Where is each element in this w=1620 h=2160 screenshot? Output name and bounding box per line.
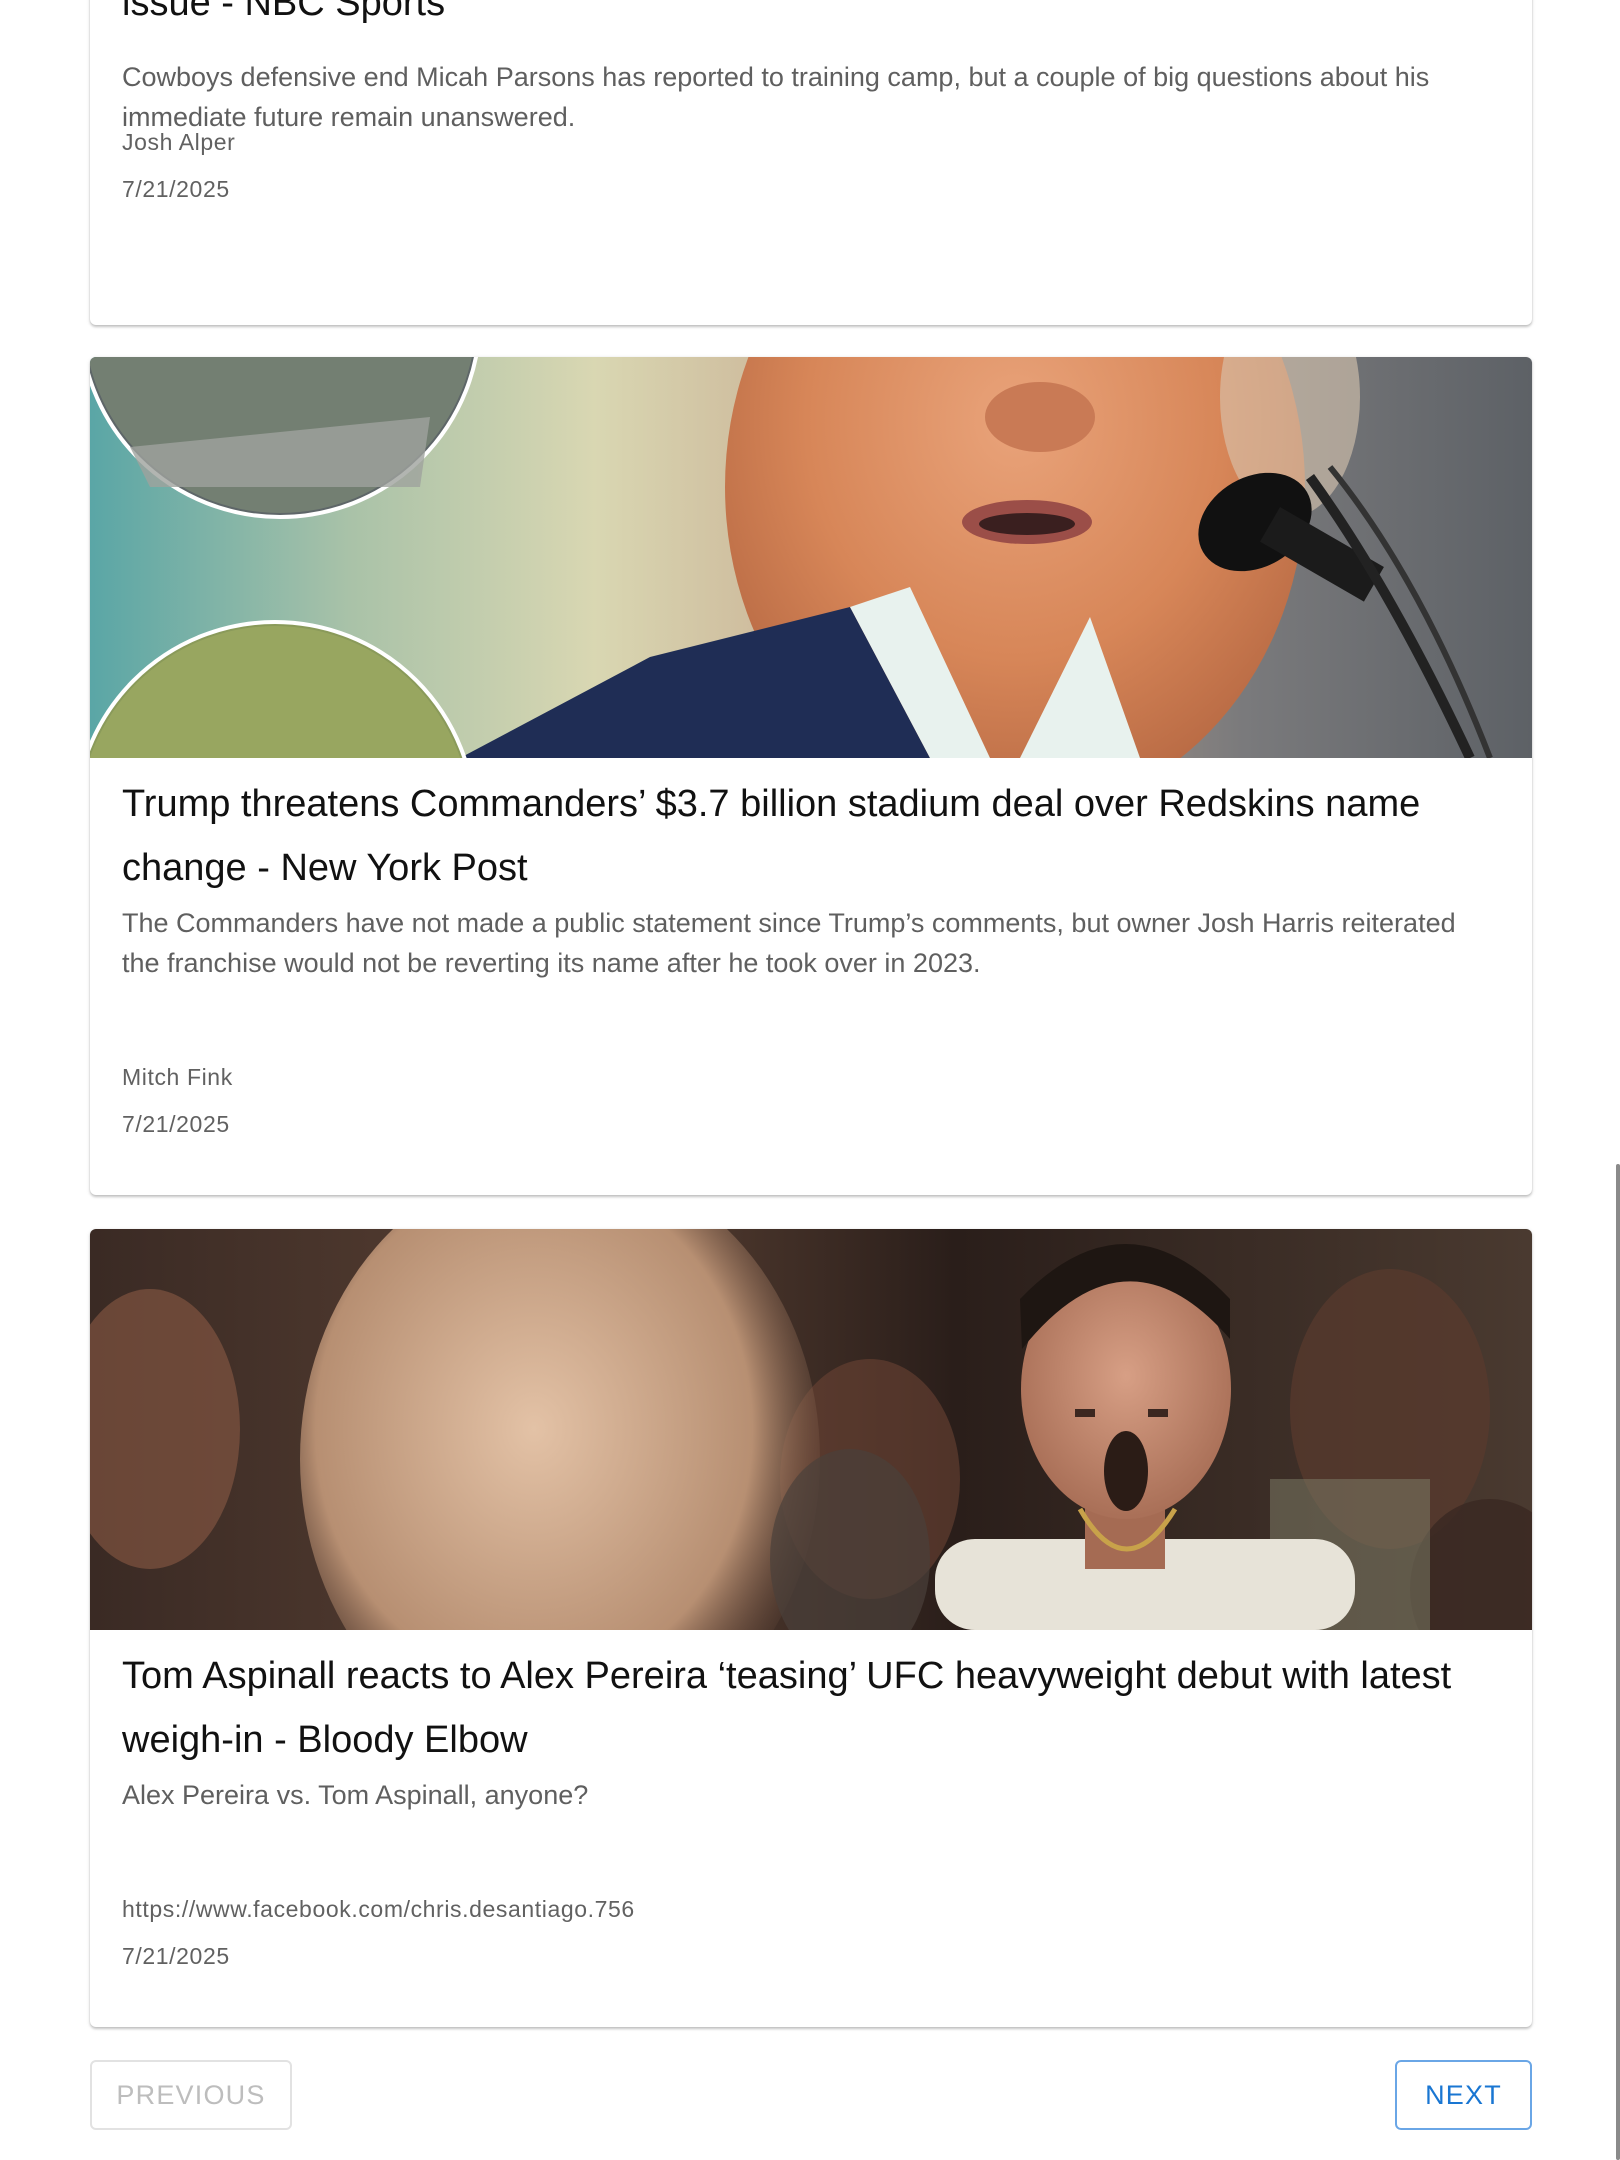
article-date: 7/21/2025 [122,1111,230,1137]
article-card-body: issue - NBC Sports Cowboys defensive end… [90,0,1532,325]
article-card-body: Trump threatens Commanders’ $3.7 billion… [90,758,1532,1195]
article-title[interactable]: Trump threatens Commanders’ $3.7 billion… [122,772,1500,900]
article-card-body: Tom Aspinall reacts to Alex Pereira ‘tea… [90,1630,1532,2027]
news-feed-page: issue - NBC Sports Cowboys defensive end… [0,0,1620,2160]
article-date: 7/21/2025 [122,1943,230,1969]
article-image[interactable] [90,357,1532,758]
article-date: 7/21/2025 [122,176,230,202]
article-photo [90,357,1532,758]
article-description: Cowboys defensive end Micah Parsons has … [122,62,1430,132]
article-title[interactable]: issue - NBC Sports [122,0,445,30]
article-description: Alex Pereira vs. Tom Aspinall, anyone? [122,1780,589,1810]
article-author: https://www.facebook.com/chris.desantiag… [122,1896,635,1922]
article-card[interactable]: Trump threatens Commanders’ $3.7 billion… [90,357,1532,1195]
article-description: The Commanders have not made a public st… [122,908,1456,978]
article-photo [90,1229,1532,1630]
article-title[interactable]: Tom Aspinall reacts to Alex Pereira ‘tea… [122,1644,1500,1772]
article-author: Josh Alper [122,129,236,155]
article-card[interactable]: Tom Aspinall reacts to Alex Pereira ‘tea… [90,1229,1532,2027]
next-page-button[interactable]: NEXT [1395,2060,1532,2130]
article-image[interactable] [90,1229,1532,1630]
previous-page-button[interactable]: PREVIOUS [90,2060,292,2130]
scrollbar-thumb[interactable] [1616,1164,1620,2160]
article-author: Mitch Fink [122,1064,233,1090]
article-card[interactable]: issue - NBC Sports Cowboys defensive end… [90,0,1532,325]
